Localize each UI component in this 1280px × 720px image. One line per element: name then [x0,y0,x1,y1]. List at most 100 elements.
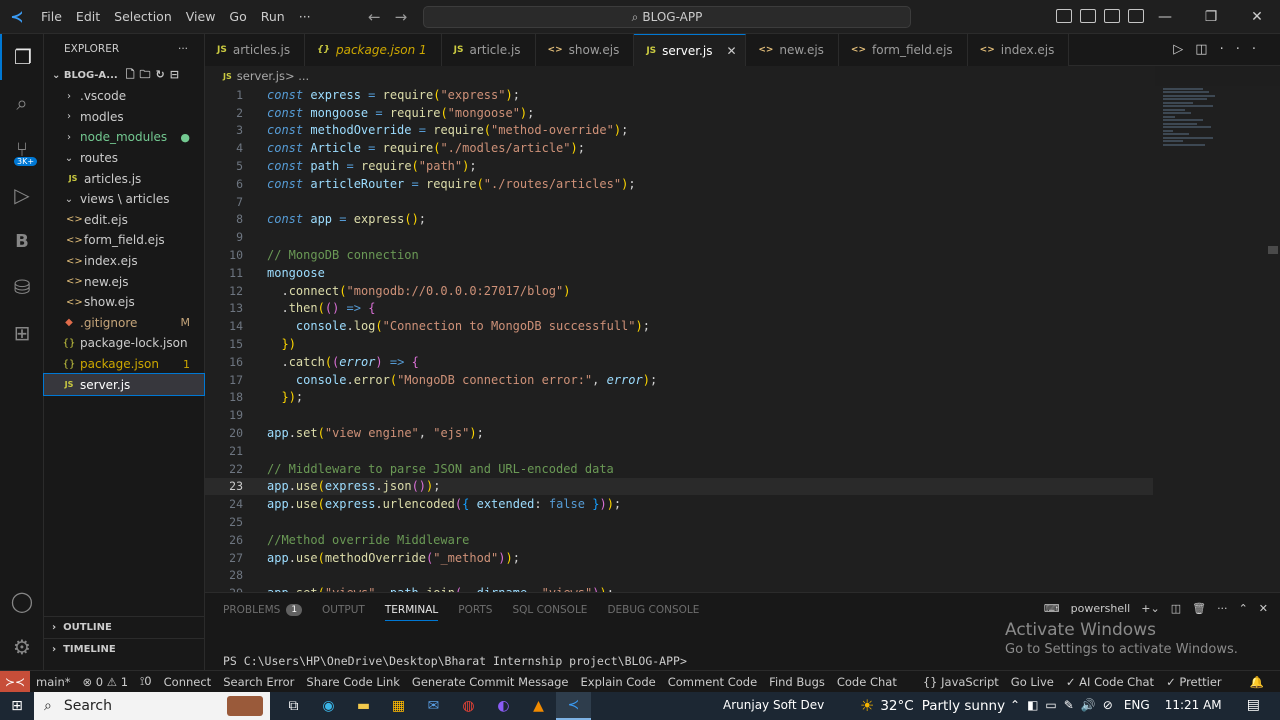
edge-icon[interactable]: ◉ [311,692,346,720]
panel-tab[interactable]: OUTPUT [322,604,365,616]
code-line[interactable]: 21 [205,442,1155,460]
vlc-icon[interactable]: ▲ [521,692,556,720]
vscode-taskbar-icon[interactable]: ≺ [556,692,591,720]
accounts-icon[interactable]: ◯ [0,578,44,624]
editor-tab[interactable]: <> form_field.ejs [838,34,968,66]
code-line[interactable]: 1 const express = require("express"); [205,86,1155,104]
taskbar-search[interactable]: ⌕ Search [34,692,270,720]
timeline-section[interactable]: › TIMELINE [44,638,205,660]
file-tree-item[interactable]: {} package.json 1 [44,354,204,375]
file-tree-item[interactable]: › node_modules ● [44,127,204,148]
source-control-icon[interactable]: ⑂ 3K+ [0,126,44,172]
outline-section[interactable]: › OUTLINE [44,616,205,638]
panel-tab[interactable]: SQL CONSOLE [512,604,587,616]
toggle-secondary-sidebar-icon[interactable] [1104,9,1120,23]
file-tree-item[interactable]: {} package-lock.json [44,333,204,354]
explorer-more-button[interactable]: ··· [178,43,188,55]
file-tree-item[interactable]: JS articles.js [44,168,204,189]
status-item[interactable]: Explain Code [575,675,662,689]
file-tree-item[interactable]: JS server.js [43,373,205,396]
split-terminal-icon[interactable]: ◫ [1171,602,1181,615]
code-line[interactable]: 7 [205,193,1155,211]
code-line[interactable]: 11 mongoose [205,264,1155,282]
notifications-bell-icon[interactable]: 🔔 [1244,675,1270,689]
panel-tab[interactable]: TERMINAL [384,599,439,621]
back-arrow-icon[interactable]: ← [368,8,395,26]
code-line[interactable]: 18 }); [205,389,1155,407]
new-terminal-icon[interactable]: +⌄ [1141,602,1159,615]
manage-gear-icon[interactable]: ⚙ [0,624,44,670]
menu-item[interactable]: ··· [292,9,318,24]
code-line[interactable]: 22 // Middleware to parse JSON and URL-en… [205,460,1155,478]
code-line[interactable]: 3 const methodOverride = require("method-… [205,122,1155,140]
split-editor-icon[interactable]: ◫ [1195,42,1219,57]
menu-item[interactable]: Edit [69,9,107,24]
panel-tab[interactable]: DEBUG CONSOLE [607,604,699,616]
menu-item[interactable]: Go [222,9,253,24]
restore-button[interactable]: ❐ [1188,0,1234,34]
file-tree-item[interactable]: ⌄ views \ articles [44,189,204,210]
menu-item[interactable]: File [34,9,69,24]
trash-icon[interactable]: 🗑 [1192,602,1206,615]
code-line[interactable]: 19 [205,406,1155,424]
tray-battery-icon[interactable]: ▭ [1045,698,1056,712]
code-line[interactable]: 12 .connect("mongodb://0.0.0.0:27017/blo… [205,282,1155,300]
action-center-icon[interactable]: ▤ [1247,697,1260,713]
code-line[interactable]: 14 console.log("Connection to MongoDB su… [205,317,1155,335]
file-tree-item[interactable]: › modles [44,107,204,128]
code-line[interactable]: 9 [205,228,1155,246]
windows-start-icon[interactable]: ⊞ [0,692,34,720]
minimap[interactable] [1163,86,1227,166]
tray-speaker-icon[interactable]: 🔊 [1081,698,1096,712]
editor-tab[interactable]: <> new.ejs [746,34,839,66]
project-section[interactable]: ⌄ BLOG-A... 🗋🗀↻⊟ [44,64,204,86]
tray-app-icon[interactable]: ◧ [1027,698,1038,712]
tray-language[interactable]: ENG [1124,698,1150,712]
more-icon[interactable]: ··· [1217,602,1228,615]
code-line[interactable]: 27 app.use(methodOverride("_method")); [205,549,1155,567]
file-tree-item[interactable]: ◆ .gitignore M [44,313,204,334]
breadcrumb-rest[interactable]: > ... [285,69,309,83]
forward-arrow-icon[interactable]: → [395,8,422,26]
editor-tab[interactable]: JS article.js [441,34,536,66]
toggle-primary-sidebar-icon[interactable] [1056,9,1072,23]
panel-tab[interactable]: PROBLEMS [223,604,280,616]
task-view-icon[interactable]: ⧉ [276,692,311,720]
breadcrumb-file[interactable]: server.js [237,69,285,83]
run-icon[interactable]: ▷ [1173,42,1195,57]
status-item[interactable]: Code Chat [831,675,903,689]
weather-widget[interactable]: ☀ 32°C Partly sunny [860,696,1005,715]
code-line[interactable]: 5 const path = require("path"); [205,157,1155,175]
extensions-icon[interactable]: ⊞ [0,310,44,356]
menu-item[interactable]: Run [254,9,292,24]
code-line[interactable]: 4 const Article = require("./modles/artic… [205,139,1155,157]
file-tree-item[interactable]: <> show.ejs [44,292,204,313]
code-line[interactable]: 13 .then(() => { [205,300,1155,318]
database-icon[interactable]: ⛁ [0,264,44,310]
status-item[interactable]: {} JavaScript [917,675,1005,689]
close-window-button[interactable]: ✕ [1234,0,1280,34]
status-item[interactable]: Share Code Link [300,675,406,689]
code-line[interactable]: 25 [205,513,1155,531]
code-line[interactable]: 29app.set("views", path.join(__dirname, … [205,584,1155,592]
command-center-search[interactable]: ⌕ BLOG-APP [423,6,911,28]
status-item[interactable]: Go Live [1005,675,1060,689]
panel-tab[interactable]: PORTS [458,604,492,616]
scrollbar[interactable] [1268,246,1278,254]
tray-chevron-icon[interactable]: ⌃ [1010,698,1020,712]
status-item[interactable]: Generate Commit Message [406,675,575,689]
code-line[interactable]: 26 //Method override Middleware [205,531,1155,549]
terminal-shell-name[interactable]: powershell [1071,602,1131,615]
b-extension-icon[interactable]: B [0,218,44,264]
status-item[interactable]: ✓ Prettier [1160,675,1228,689]
zoom-icon[interactable]: ◐ [486,692,521,720]
code-line[interactable]: 10 // MongoDB connection [205,246,1155,264]
code-line[interactable]: 15 }) [205,335,1155,353]
file-tree-item[interactable]: › .vscode [44,86,204,107]
status-item[interactable]: ✓ AI Code Chat [1060,675,1160,689]
file-tree-item[interactable]: ⌄ routes [44,148,204,169]
status-item[interactable]: Search Error [217,675,300,689]
file-tree-item[interactable]: <> edit.ejs [44,210,204,231]
tray-pen-icon[interactable]: ✎ [1064,698,1074,712]
remote-icon[interactable]: ≻≺ [0,670,30,693]
